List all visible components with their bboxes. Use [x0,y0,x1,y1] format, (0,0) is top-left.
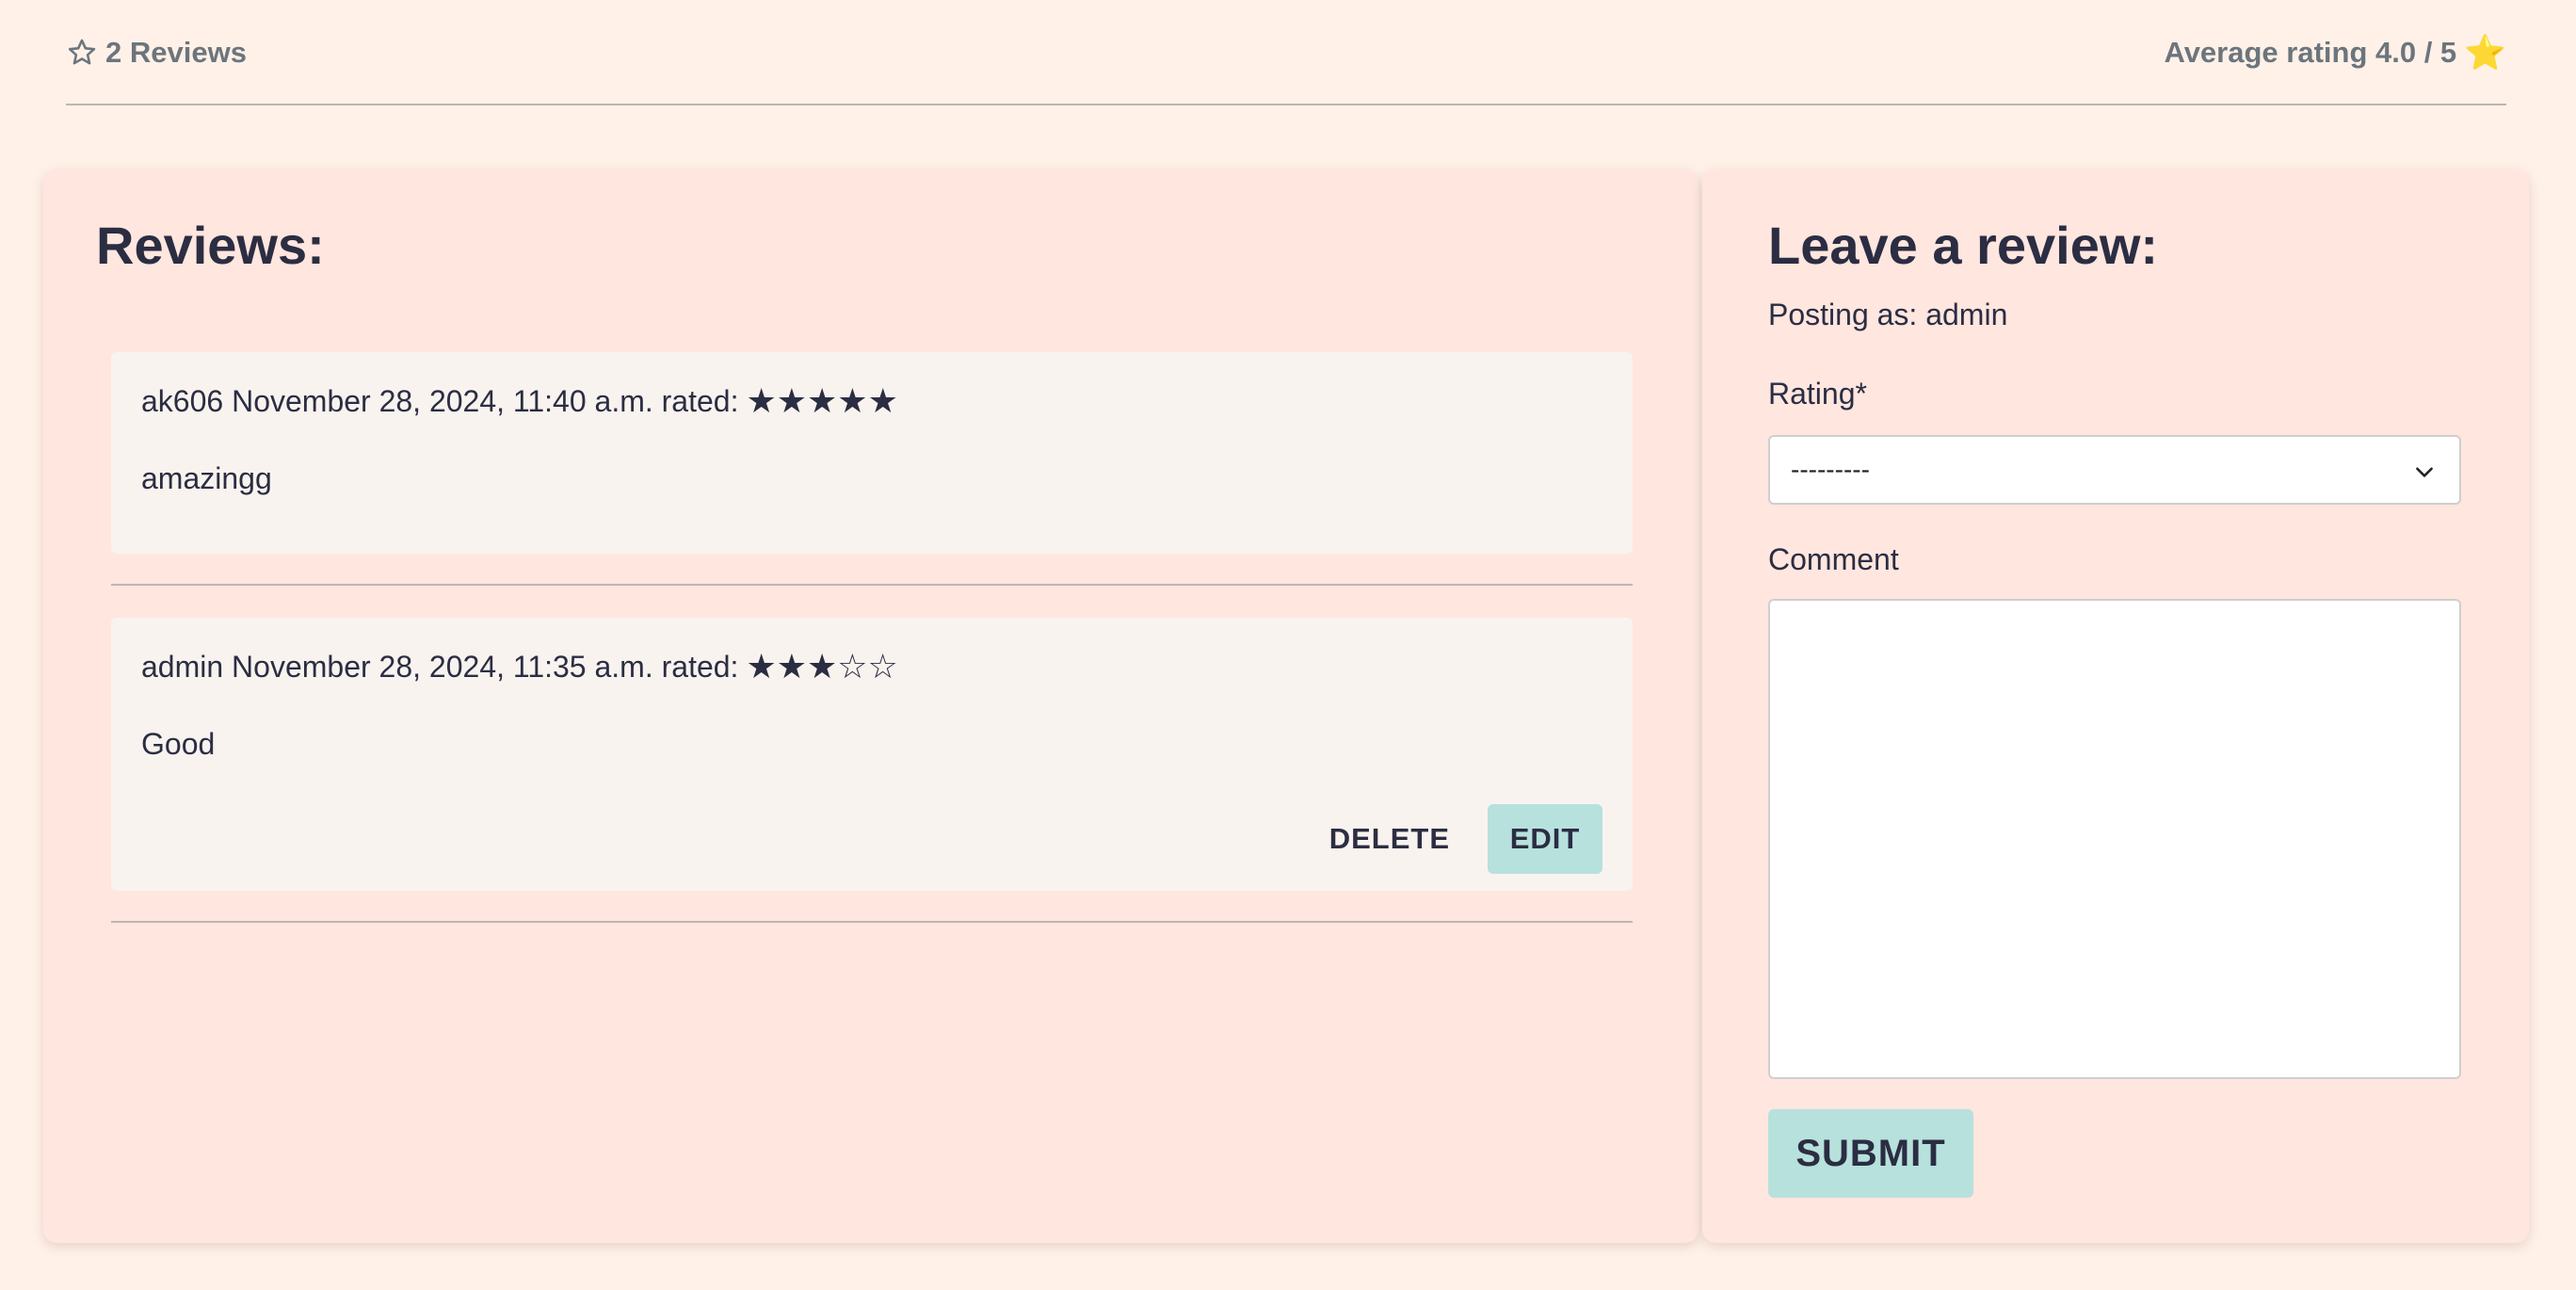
star-emoji-icon: ⭐ [2464,33,2506,72]
review-meta: admin November 28, 2024, 11:35 a.m. rate… [141,648,898,686]
review-divider [111,921,1633,923]
reviews-count: 2 Reviews [66,28,247,77]
comment-textarea[interactable] [1768,599,2461,1079]
reviews-heading: Reviews: [96,216,325,275]
edit-review-button[interactable]: EDIT [1488,804,1602,874]
review-author-date: admin November 28, 2024, 11:35 a.m. rate… [141,650,739,684]
rating-label: Rating* [1768,377,1867,411]
submit-review-button[interactable]: SUBMIT [1768,1109,1973,1198]
review-card: ak606 November 28, 2024, 11:40 a.m. rate… [111,352,1633,554]
review-card: admin November 28, 2024, 11:35 a.m. rate… [111,618,1633,891]
reviews-panel: Reviews: ak606 November 28, 2024, 11:40 … [43,169,1699,1243]
review-star-rating: ★★★☆☆ [746,648,898,686]
review-comment: amazingg [141,461,272,495]
review-star-rating: ★★★★★ [746,382,898,421]
review-author-date: ak606 November 28, 2024, 11:40 a.m. rate… [141,384,739,418]
rating-select[interactable]: --------- [1768,435,2461,505]
review-comment: Good [141,727,216,761]
average-rating: Average rating 4.0 / 5 ⭐ [2164,28,2506,77]
posting-as-text: Posting as: admin [1768,298,2008,331]
reviews-summary-bar: 2 Reviews Average rating 4.0 / 5 ⭐ [66,28,2506,105]
review-form-heading: Leave a review: [1768,216,2159,275]
comment-label: Comment [1768,542,1899,576]
chevron-down-icon [2412,460,2437,491]
review-meta: ak606 November 28, 2024, 11:40 a.m. rate… [141,382,898,421]
average-rating-label: Average rating 4.0 / 5 [2164,36,2457,69]
star-outline-icon [66,37,98,69]
rating-select-value: --------- [1791,455,1870,484]
review-divider [111,584,1633,586]
delete-review-button[interactable]: DELETE [1314,804,1465,874]
reviews-count-label: 2 Reviews [105,36,247,69]
review-form-panel: Leave a review: Posting as: admin Rating… [1702,169,2529,1243]
